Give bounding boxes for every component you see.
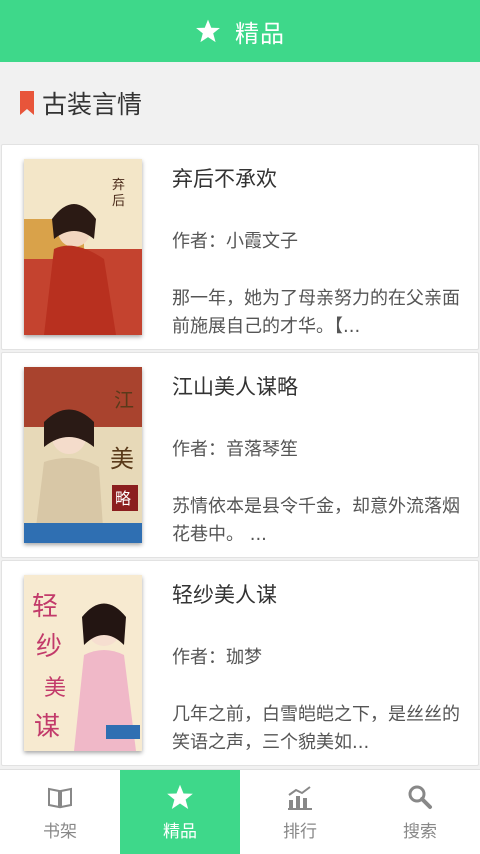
book-author: 作者：小霞文子 <box>172 231 298 252</box>
svg-text:弃: 弃 <box>112 178 125 193</box>
book-list: 弃 后 弃后不承欢 作者：小霞文子 那一年，她为了母亲努力的在父亲面前施展自己的… <box>0 144 480 768</box>
book-cover-image[interactable]: 轻 纱 美 谋 <box>24 575 142 751</box>
section-header: 古装言情 <box>0 62 480 144</box>
bookmark-icon <box>20 91 34 115</box>
star-icon <box>167 784 193 809</box>
book-title: 轻纱美人谋 <box>172 583 277 607</box>
svg-text:美: 美 <box>44 676 66 701</box>
book-card[interactable]: 轻 纱 美 谋 轻纱美人谋 作者：珈梦 几年之前，白雪皑皑之下，是丝丝的笑语之声… <box>1 560 479 766</box>
section-title: 古装言情 <box>42 90 143 119</box>
book-title: 江山美人谋略 <box>172 375 298 399</box>
page-title: 精品 <box>235 19 285 48</box>
search-icon <box>408 785 432 809</box>
book-description: 几年之前，白雪皑皑之下，是丝丝的笑语之声，三个貌美如... <box>172 704 460 753</box>
svg-text:纱: 纱 <box>36 632 62 662</box>
book-cover-image[interactable]: 略 江 美 <box>24 367 142 543</box>
tab-ranking[interactable]: 排行 <box>240 770 360 854</box>
star-icon <box>196 19 220 43</box>
book-icon <box>48 787 72 808</box>
book-card[interactable]: 略 江 美 江山美人谋略 作者：音落琴笙 苏情依本是县令千金，却意外流落烟花巷中… <box>1 352 479 558</box>
book-description: 苏情依本是县令千金，却意外流落烟花巷中。 ... <box>172 496 460 545</box>
book-title: 弃后不承欢 <box>172 167 277 191</box>
top-header: 精品 <box>0 0 480 62</box>
bottom-tab-bar: 书架 精品 排行 搜索 <box>0 769 480 854</box>
book-author: 作者：珈梦 <box>172 647 262 668</box>
tab-label: 书架 <box>43 821 77 842</box>
book-card[interactable]: 弃 后 弃后不承欢 作者：小霞文子 那一年，她为了母亲努力的在父亲面前施展自己的… <box>1 144 479 350</box>
tab-label: 搜索 <box>403 821 437 842</box>
tab-label: 排行 <box>283 821 317 842</box>
svg-text:谋: 谋 <box>34 712 60 742</box>
svg-text:后: 后 <box>112 194 125 209</box>
svg-text:江: 江 <box>114 388 134 412</box>
svg-text:略: 略 <box>115 489 131 508</box>
tab-featured[interactable]: 精品 <box>120 770 240 854</box>
tab-bookshelf[interactable]: 书架 <box>0 770 120 854</box>
book-description: 那一年，她为了母亲努力的在父亲面前施展自己的才华。【... <box>172 288 460 337</box>
tab-search[interactable]: 搜索 <box>360 770 480 854</box>
tab-label: 精品 <box>163 821 197 842</box>
chart-icon <box>288 785 312 810</box>
svg-text:美: 美 <box>110 445 134 473</box>
book-author: 作者：音落琴笙 <box>172 439 298 460</box>
svg-text:轻: 轻 <box>32 592 58 622</box>
book-cover-image[interactable]: 弃 后 <box>24 159 142 335</box>
